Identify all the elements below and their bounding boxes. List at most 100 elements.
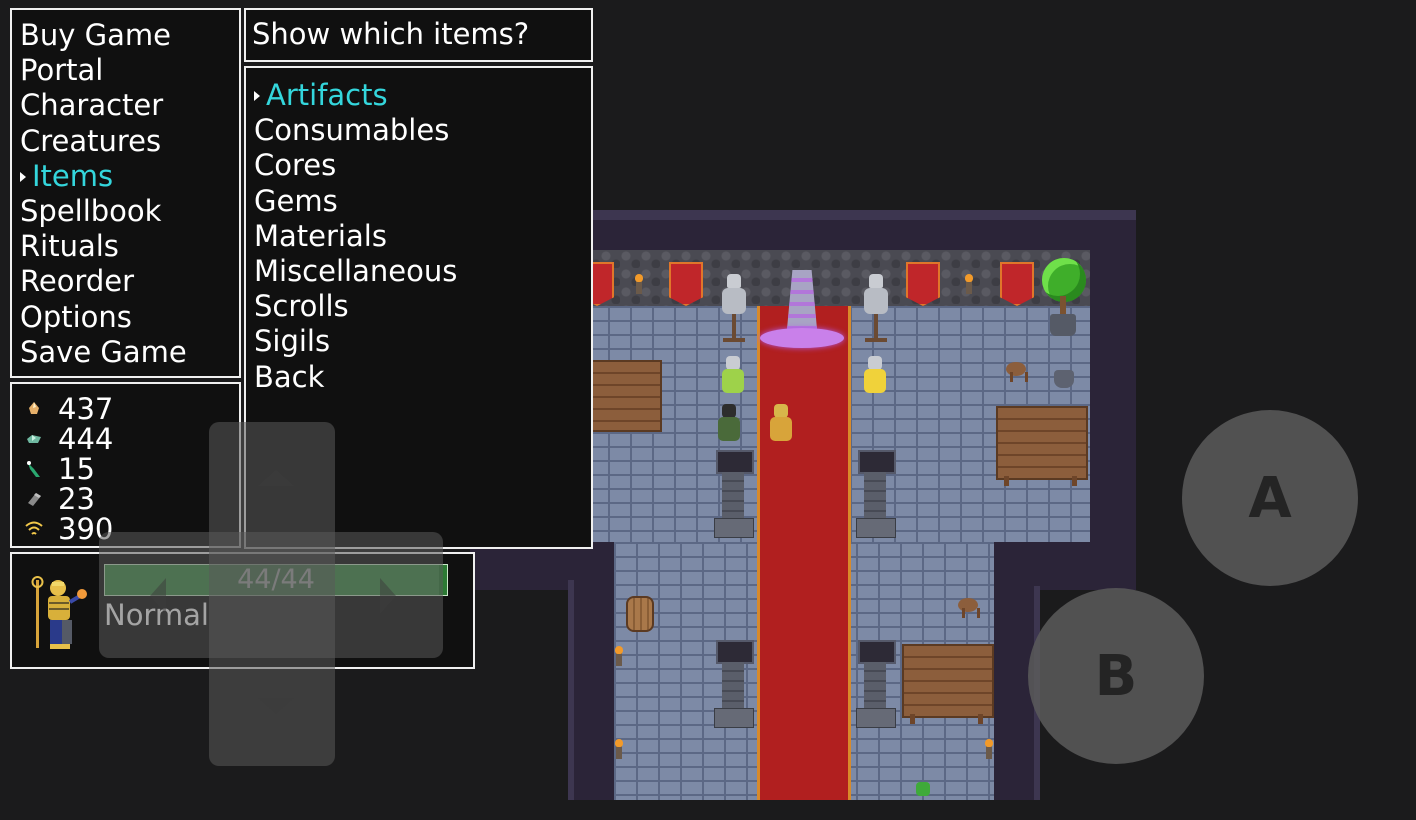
resource-row-granite: 23	[24, 484, 95, 514]
menu-item-label: Save Game	[20, 334, 187, 369]
stone-pillar	[856, 450, 896, 538]
character-portrait	[28, 574, 92, 654]
items-prompt-text: Show which items?	[252, 17, 530, 51]
red-carpet	[757, 306, 851, 800]
main-menu-item-reorder[interactable]: Reorder	[20, 264, 187, 299]
menu-item-label: Back	[254, 359, 325, 394]
player-character[interactable]	[768, 404, 794, 442]
main-menu-item-creatures[interactable]: Creatures	[20, 124, 187, 159]
items-menu-item-materials[interactable]: Materials	[254, 219, 457, 254]
banner	[906, 262, 940, 306]
signal-icon	[24, 519, 44, 539]
main-menu-item-buy-game[interactable]: Buy Game	[20, 18, 187, 53]
menu-item-label: Character	[20, 88, 164, 123]
table-candle	[996, 406, 1088, 480]
menu-item-label: Artifacts	[266, 78, 388, 112]
stool	[958, 598, 980, 618]
wall-torch	[615, 739, 623, 759]
resource-row-brimstone: 437	[24, 394, 113, 424]
npc-knight-green[interactable]	[720, 356, 746, 394]
npc-knight-yellow[interactable]	[862, 356, 888, 394]
b-button[interactable]: B	[1028, 588, 1204, 764]
menu-item-label: Gems	[254, 183, 338, 218]
items-menu-item-consumables[interactable]: Consumables	[254, 113, 457, 148]
menu-item-label: Miscellaneous	[254, 253, 458, 288]
wall-edge-left	[568, 580, 574, 800]
menu-item-label: Creatures	[20, 123, 162, 158]
menu-item-label: Options	[20, 299, 132, 334]
portal-crystal[interactable]	[760, 270, 844, 350]
armor-stand	[861, 274, 891, 344]
items-menu-item-gems[interactable]: Gems	[254, 184, 457, 219]
menu-item-label: Portal	[20, 53, 104, 88]
resource-row-essence: 15	[24, 454, 95, 484]
resource-value: 444	[58, 422, 114, 456]
table-leg	[1072, 476, 1077, 486]
menu-item-label: Consumables	[254, 113, 450, 148]
items-menu-item-miscellaneous[interactable]: Miscellaneous	[254, 254, 457, 289]
wall-torch	[615, 646, 623, 666]
resources-panel: 437 444 15 23 390	[10, 382, 241, 548]
menu-item-label: Sigils	[254, 324, 331, 359]
armor-stand	[719, 274, 749, 344]
table-leg	[978, 714, 983, 724]
table-leg	[910, 714, 915, 724]
items-prompt-panel: Show which items?	[244, 8, 593, 62]
menu-item-label: Materials	[254, 218, 387, 253]
main-menu-item-options[interactable]: Options	[20, 300, 187, 335]
main-menu-panel: Buy Game Portal Character Creatures Items Spe…	[10, 8, 241, 378]
dpad-left-arrow-icon[interactable]	[150, 578, 166, 614]
main-menu-item-save-game[interactable]: Save Game	[20, 335, 187, 370]
water-barrel	[626, 596, 654, 632]
void-area-left	[470, 590, 568, 800]
essence-icon	[24, 459, 44, 479]
menu-item-label: Scrolls	[254, 289, 349, 324]
banner	[1000, 262, 1034, 306]
resource-value: 23	[58, 482, 95, 516]
stone-pillar	[714, 640, 754, 728]
main-menu-list: Buy Game Portal Character Creatures Items Spe…	[20, 18, 187, 370]
stone-pillar	[856, 640, 896, 728]
items-menu-item-artifacts[interactable]: Artifacts	[254, 78, 457, 113]
items-menu-item-back[interactable]: Back	[254, 360, 457, 395]
items-menu-item-scrolls[interactable]: Scrolls	[254, 289, 457, 324]
main-menu-item-character[interactable]: Character	[20, 88, 187, 123]
wall-torch	[985, 739, 993, 759]
crystal-icon	[24, 429, 44, 449]
wall-torch	[635, 274, 643, 294]
items-menu-list: Artifacts Consumables Cores Gems Materials Mi…	[254, 78, 457, 395]
clay-pot	[1054, 370, 1074, 388]
table-feast	[902, 644, 994, 718]
main-menu-item-rituals[interactable]: Rituals	[20, 229, 187, 264]
menu-item-label: Cores	[254, 148, 337, 183]
main-menu-item-items[interactable]: Items	[20, 159, 187, 194]
resource-value: 437	[58, 392, 114, 426]
npc-dark-mage[interactable]	[716, 404, 742, 442]
dpad-right-arrow-icon[interactable]	[380, 578, 396, 614]
main-menu-item-portal[interactable]: Portal	[20, 53, 187, 88]
menu-item-label: Items	[32, 158, 114, 193]
wall-torch	[965, 274, 973, 294]
table-leg	[1004, 476, 1009, 486]
main-menu-item-spellbook[interactable]: Spellbook	[20, 194, 187, 229]
selection-cursor-icon	[20, 171, 26, 182]
resource-row-crystal: 444	[24, 424, 113, 454]
items-menu-item-cores[interactable]: Cores	[254, 148, 457, 183]
resource-value: 15	[58, 452, 95, 486]
stone-pillar	[714, 450, 754, 538]
banner	[669, 262, 703, 306]
npc-green-creature[interactable]	[910, 782, 936, 820]
granite-icon	[24, 489, 44, 509]
items-menu-item-sigils[interactable]: Sigils	[254, 324, 457, 359]
stool	[1006, 362, 1028, 382]
table-map	[590, 360, 662, 432]
selection-cursor-icon	[254, 91, 260, 101]
dpad-up-arrow-icon[interactable]	[258, 470, 294, 486]
menu-item-label: Reorder	[20, 264, 135, 299]
menu-item-label: Buy Game	[20, 18, 171, 52]
dpad-down-arrow-icon[interactable]	[258, 698, 294, 714]
brimstone-icon	[24, 399, 44, 419]
menu-item-label: Rituals	[20, 229, 119, 264]
menu-item-label: Spellbook	[20, 193, 162, 228]
a-button[interactable]: A	[1182, 410, 1358, 586]
